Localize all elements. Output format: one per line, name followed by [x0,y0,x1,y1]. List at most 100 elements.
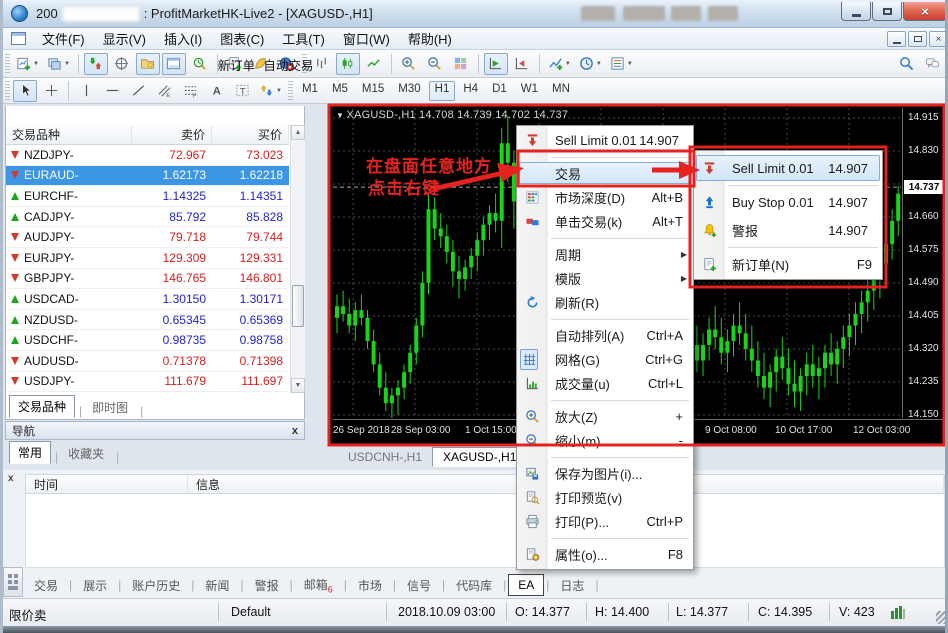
menu-item-成交量(u)[interactable]: 成交量(u)Ctrl+L [517,371,693,395]
timeframe-MN[interactable]: MN [546,81,576,101]
menu-item-Buy Stop 0.01[interactable]: Buy Stop 0.0114.907 [694,188,882,216]
menu-item-警报[interactable]: 警报14.907 [694,216,882,244]
menu-item-Sell Limit 0.01[interactable]: Sell Limit 0.0114.907 [517,128,693,152]
column-header-1[interactable]: 交易品种 [6,125,132,144]
chart-tab-2[interactable]: XAGUSD-,H1 [432,447,527,467]
menu-item-交易[interactable]: 交易▶ [517,161,693,185]
menu-item-缩小(m)[interactable]: 缩小(m)- [517,428,693,452]
fibonacci-tool[interactable]: F [178,80,202,102]
terminal-column-1[interactable]: 时间 [26,475,188,493]
mdi-close-button[interactable]: × [929,31,948,47]
market-watch-toggle[interactable] [84,53,108,75]
line-chart-button[interactable] [362,53,386,75]
dropdown-caret-icon[interactable]: ▼ [596,61,602,67]
terminal-close-icon[interactable]: x [8,473,14,484]
menu-item-放大(Z)[interactable]: 放大(Z)+ [517,404,693,428]
templates-button[interactable]: ▼ [607,53,636,75]
terminal-tab-展示[interactable]: 展示 [74,574,116,597]
column-header-2[interactable]: 卖价 [132,125,212,144]
menubar-item-2[interactable]: 显示(V) [94,27,155,50]
dropdown-caret-icon[interactable]: ▼ [565,61,571,67]
timeframe-M1[interactable]: M1 [296,81,324,101]
menu-item-打印预览(v)[interactable]: 打印预览(v) [517,485,693,509]
strategy-tester-toggle[interactable] [188,53,212,75]
menu-item-刷新(R)[interactable]: 刷新(R) [517,290,693,314]
terminal-toggle[interactable] [162,53,186,75]
scroll-down-icon[interactable]: ▼ [291,378,305,393]
terminal-tab-新闻[interactable]: 新闻 [196,574,238,597]
zoom-in-button[interactable] [397,53,421,75]
label-tool[interactable]: T [230,80,254,102]
market-watch-row[interactable]: NZDJPY-72.96773.023 [6,145,289,166]
menubar-item-6[interactable]: 窗口(W) [334,27,399,50]
timeframe-M30[interactable]: M30 [392,81,426,101]
chart-mdi-icon[interactable] [11,32,26,45]
bar-chart-button[interactable] [310,53,334,75]
menu-item-Sell Limit 0.01[interactable]: Sell Limit 0.0114.907 [694,154,882,182]
menubar-item-3[interactable]: 插入(I) [155,27,211,50]
market-watch-tab-1[interactable]: 交易品种 [9,395,75,418]
menu-item-新订单(N)[interactable]: 新订单(N)F9 [694,250,882,278]
indicators-button[interactable]: ▼ [545,53,574,75]
menubar-item-4[interactable]: 图表(C) [211,27,273,50]
trendline-tool[interactable] [126,80,150,102]
timeframe-H1[interactable]: H1 [429,81,456,101]
channel-tool[interactable]: E [152,80,176,102]
chart-tab-1[interactable]: USDCNH-,H1 [338,448,432,466]
menubar-item-1[interactable]: 文件(F) [33,27,94,50]
timeframe-D1[interactable]: D1 [486,81,513,101]
terminal-tab-信号[interactable]: 信号 [398,574,440,597]
window-maximize-button[interactable] [872,2,902,21]
menu-item-保存为图片(i)...[interactable]: 保存为图片(i)... [517,461,693,485]
menu-item-属性(o)...[interactable]: 属性(o)...F8 [517,542,693,566]
menu-item-周期[interactable]: 周期▶ [517,242,693,266]
new-chart-button[interactable]: ▼ [13,53,42,75]
market-watch-row[interactable]: EURJPY-129.309129.331 [6,248,289,269]
market-watch-row[interactable]: EURCHF-1.143251.14351 [6,186,289,207]
market-watch-tab-2[interactable]: 即时图 [84,397,136,418]
window-close-button[interactable]: × [903,2,947,21]
crosshair-tool[interactable] [39,80,63,102]
market-watch-row[interactable]: AUDUSD-0.713780.71398 [6,351,289,372]
tile-windows-button[interactable] [449,53,473,75]
window-minimize-button[interactable] [841,2,871,21]
zoom-out-button[interactable] [423,53,447,75]
terminal-tab-账户历史[interactable]: 账户历史 [123,574,189,597]
menu-item-打印(P)...[interactable]: 打印(P)...Ctrl+P [517,509,693,533]
profiles-button[interactable]: ▼ [44,53,73,75]
candlestick-chart-button[interactable] [336,53,360,75]
timeframe-M5[interactable]: M5 [326,81,354,101]
cursor-tool[interactable] [13,80,37,102]
terminal-tab-代码库[interactable]: 代码库 [447,574,501,597]
text-tool[interactable]: A [204,80,228,102]
mdi-minimize-button[interactable] [887,31,906,47]
vertical-line-tool[interactable] [74,80,98,102]
dropdown-caret-icon[interactable]: ▼ [64,61,70,67]
auto-scroll-toggle[interactable] [484,53,508,75]
market-watch-row[interactable]: NZDUSD-0.653450.65369 [6,310,289,331]
timeframe-W1[interactable]: W1 [515,81,544,101]
navigator-toggle[interactable] [136,53,160,75]
terminal-tab-市场[interactable]: 市场 [349,574,391,597]
periods-button[interactable]: ▼ [576,53,605,75]
dropdown-caret-icon[interactable]: ▼ [276,88,282,94]
menu-item-市场深度(D)[interactable]: 市场深度(D)Alt+B [517,185,693,209]
scrollbar-thumb[interactable] [292,285,304,327]
navigator-tab-1[interactable]: 常用 [9,441,51,464]
navigator-tab-2[interactable]: 收藏夹 [60,443,112,464]
menu-item-模版[interactable]: 模版▶ [517,266,693,290]
menu-item-单击交易(k)[interactable]: 单击交易(k)Alt+T [517,209,693,233]
dropdown-caret-icon[interactable]: ▼ [627,61,633,67]
market-watch-row[interactable]: CADJPY-85.79285.828 [6,207,289,228]
scroll-up-icon[interactable]: ▲ [291,125,305,140]
menubar-item-7[interactable]: 帮助(H) [399,27,461,50]
market-watch-scrollbar[interactable]: ▲ ▼ [290,125,305,393]
market-watch-row[interactable]: AUDJPY-79.71879.744 [6,227,289,248]
market-watch-row[interactable]: GBPJPY-146.765146.801 [6,269,289,290]
terminal-tab-交易[interactable]: 交易 [25,574,67,597]
market-watch-row[interactable]: USDCAD-1.301501.30171 [6,289,289,310]
dropdown-caret-icon[interactable]: ▼ [33,61,39,67]
timeframe-H4[interactable]: H4 [457,81,484,101]
data-window-toggle[interactable] [110,53,134,75]
market-watch-row[interactable]: USDCHF-0.987350.98758 [6,330,289,351]
